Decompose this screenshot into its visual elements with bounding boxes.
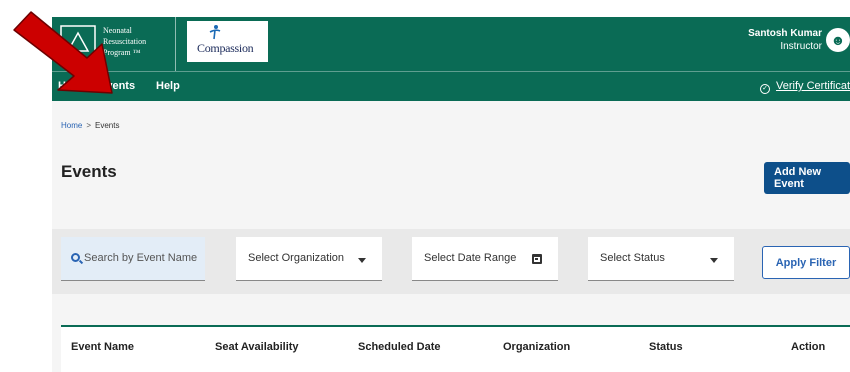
date-range-label: Select Date Range	[424, 252, 517, 264]
red-pointer-arrow-icon	[13, 11, 113, 94]
organization-select-label: Select Organization	[248, 252, 344, 264]
avatar-user-icon[interactable]: ☻	[826, 28, 850, 52]
chevron-down-icon	[710, 258, 718, 263]
calendar-icon	[532, 254, 542, 264]
user-role: Instructor	[780, 41, 822, 52]
breadcrumb: Home > Events	[61, 121, 119, 130]
partner-logo: Compassion	[187, 21, 268, 62]
compassion-figure-icon	[209, 25, 221, 40]
partner-logo-text: Compassion	[197, 41, 254, 55]
breadcrumb-separator: >	[86, 121, 92, 130]
column-header-event-name[interactable]: Event Name	[71, 341, 134, 353]
search-input[interactable]: Search by Event Name	[61, 237, 205, 281]
column-header-scheduled-date[interactable]: Scheduled Date	[358, 341, 441, 353]
breadcrumb-home[interactable]: Home	[61, 121, 82, 130]
status-select[interactable]: Select Status	[588, 237, 734, 281]
status-select-label: Select Status	[600, 252, 665, 264]
add-new-event-button[interactable]: Add New Event	[764, 162, 850, 194]
app-window: Neonatal Resuscitation Program ™ Compass…	[52, 17, 850, 372]
nav-item-help[interactable]: Help	[156, 80, 180, 92]
search-icon	[71, 253, 80, 262]
column-header-seat-availability[interactable]: Seat Availability	[215, 341, 299, 353]
events-table: Event Name Seat Availability Scheduled D…	[61, 325, 850, 372]
main-nav: Home Events Help ✓Verify Certificat	[52, 71, 850, 101]
column-header-action[interactable]: Action	[791, 341, 825, 353]
verify-certificate-label: Verify Certificat	[776, 80, 850, 92]
filter-bar: Search by Event Name Select Organization…	[52, 229, 850, 294]
page-title: Events	[61, 162, 117, 181]
user-info[interactable]: Santosh Kumar Instructor	[748, 27, 822, 53]
apply-filter-button[interactable]: Apply Filter	[762, 246, 850, 279]
chevron-down-icon	[358, 258, 366, 263]
date-range-picker[interactable]: Select Date Range	[412, 237, 558, 281]
breadcrumb-current: Events	[95, 121, 120, 130]
column-header-organization[interactable]: Organization	[503, 341, 570, 353]
user-name: Santosh Kumar	[748, 28, 822, 39]
column-header-status[interactable]: Status	[649, 341, 683, 353]
organization-select[interactable]: Select Organization	[236, 237, 382, 281]
search-placeholder: Search by Event Name	[84, 252, 198, 264]
header-divider	[175, 17, 176, 71]
check-circle-icon: ✓	[760, 84, 771, 94]
trademark-mark: ™	[132, 48, 141, 57]
verify-certificate-link[interactable]: ✓ Verify Certificat	[760, 80, 850, 94]
top-header: Neonatal Resuscitation Program ™ Compass…	[52, 17, 850, 71]
